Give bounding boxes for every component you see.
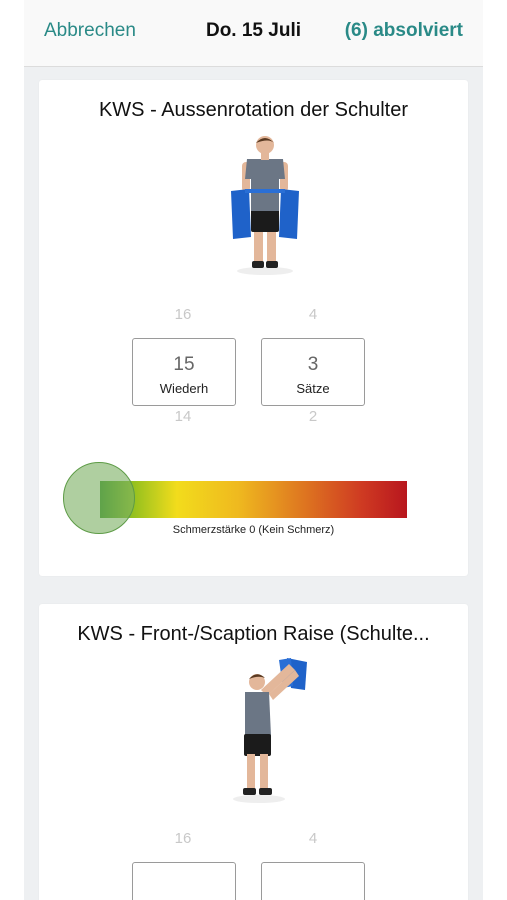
- app-screen: Abbrechen Do. 15 Juli (6) absolviert KWS…: [24, 0, 483, 900]
- sets-picker[interactable]: [261, 862, 365, 900]
- reps-above-value: 16: [174, 830, 192, 847]
- sets-above-value: 4: [308, 830, 318, 847]
- reps-picker[interactable]: [132, 862, 236, 900]
- sets-value: 3: [307, 354, 319, 375]
- exercise-title: KWS - Front-/Scaption Raise (Schulte...: [77, 623, 430, 645]
- exercise-photo: [209, 656, 319, 803]
- reps-below-value: 14: [174, 408, 192, 425]
- person-band-raise-icon: [233, 658, 307, 803]
- exercise-card: KWS - Front-/Scaption Raise (Schulte...: [39, 604, 468, 900]
- sets-label: Sätze: [296, 381, 330, 396]
- exercise-card: KWS - Aussenrotation der Schulter 16 4 1…: [39, 80, 468, 576]
- reps-above-value: 16: [174, 306, 192, 323]
- completed-button[interactable]: (6) absolviert: [345, 20, 463, 42]
- navigation-bar: Abbrechen Do. 15 Juli (6) absolviert: [24, 0, 483, 67]
- sets-above-value: 4: [308, 306, 318, 323]
- pain-level-label: Schmerzstärke 0 (Kein Schmerz): [172, 524, 335, 536]
- reps-value: 15: [173, 354, 195, 375]
- sets-below-value: 2: [308, 408, 318, 425]
- sets-picker[interactable]: 3 Sätze: [261, 338, 365, 406]
- exercise-title: KWS - Aussenrotation der Schulter: [98, 99, 409, 121]
- person-band-rotation-icon: [231, 136, 299, 275]
- reps-label: Wiederh: [159, 381, 209, 396]
- pain-scale-slider[interactable]: [100, 481, 407, 518]
- exercise-photo: [209, 133, 319, 278]
- reps-picker[interactable]: 15 Wiederh: [132, 338, 236, 406]
